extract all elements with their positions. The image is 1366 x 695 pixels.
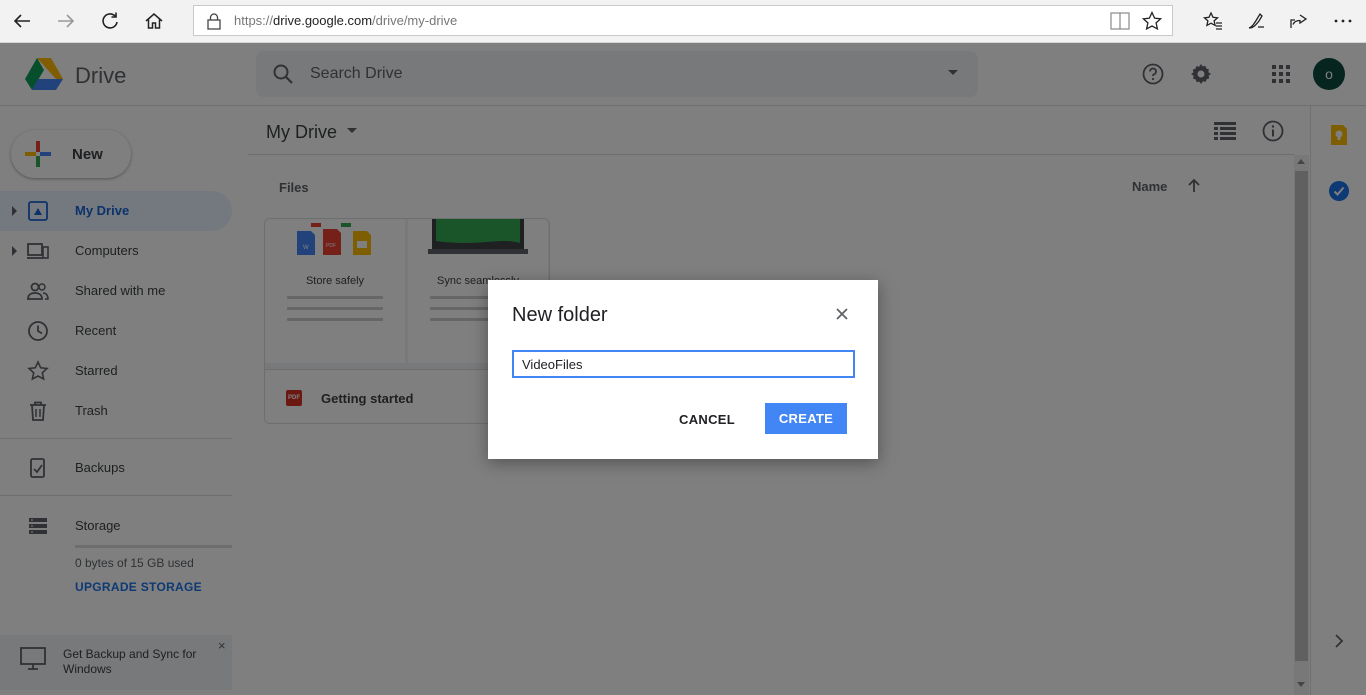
forward-icon[interactable] (50, 6, 82, 36)
reading-view-icon[interactable] (1110, 12, 1130, 30)
dialog-title: New folder (512, 304, 608, 326)
pen-icon[interactable] (1240, 6, 1272, 36)
refresh-icon[interactable] (94, 6, 126, 36)
url-path: /drive/my-drive (372, 13, 458, 28)
cancel-button[interactable]: CANCEL (672, 403, 742, 435)
share-icon[interactable] (1283, 6, 1315, 36)
url-scheme: https:// (234, 13, 274, 28)
url-host: drive.google.com (273, 13, 373, 28)
address-bar[interactable]: https://drive.google.com/drive/my-drive (193, 5, 1173, 36)
folder-name-input[interactable] (512, 350, 855, 378)
create-button[interactable]: CREATE (765, 403, 847, 434)
browser-toolbar: https://drive.google.com/drive/my-drive (0, 0, 1366, 43)
url-text: https://drive.google.com/drive/my-drive (234, 13, 457, 28)
more-icon[interactable] (1327, 6, 1359, 36)
favorite-star-icon[interactable] (1142, 11, 1162, 31)
lock-icon (207, 13, 221, 30)
back-icon[interactable] (6, 6, 38, 36)
new-folder-dialog: New folder CANCEL CREATE (488, 280, 878, 459)
close-icon[interactable] (832, 304, 852, 324)
home-icon[interactable] (138, 6, 170, 36)
favorites-bar-icon[interactable] (1197, 6, 1229, 36)
